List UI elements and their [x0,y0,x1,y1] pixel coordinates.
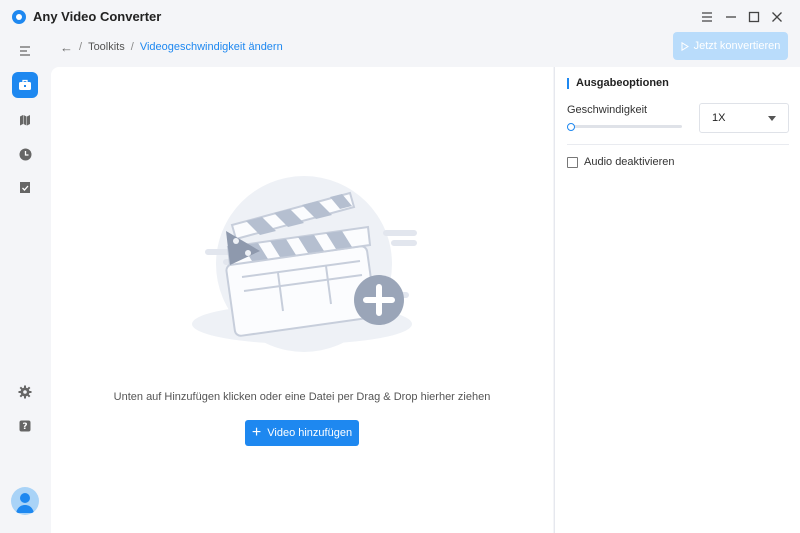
chevron-down-icon [768,115,776,121]
sidebar: ? [0,34,50,533]
help-icon[interactable]: ? [12,413,38,439]
library-icon[interactable] [12,107,38,133]
back-arrow-icon[interactable]: ← [60,40,73,55]
minimize-icon[interactable] [722,8,740,26]
disable-audio-checkbox[interactable] [567,156,578,168]
output-options-panel: Ausgabeoptionen Geschwindigkeit 1X Audio… [554,67,800,533]
drop-area[interactable]: Unten auf Hinzufügen klicken oder eine D… [51,67,553,533]
title-bar: Any Video Converter [0,0,800,34]
speed-slider[interactable] [569,125,682,128]
speed-dropdown-value: 1X [712,112,726,124]
play-icon [681,41,689,51]
divider [567,144,789,145]
drop-hint-text: Unten auf Hinzufügen klicken oder eine D… [113,391,491,403]
breadcrumb-separator: / [130,41,134,53]
breadcrumb-toolkits-link[interactable]: Toolkits [88,41,125,53]
close-icon[interactable] [768,8,786,26]
disable-audio-option[interactable]: Audio deaktivieren [567,156,675,168]
menu-icon[interactable] [698,8,716,26]
speed-label: Geschwindigkeit [567,104,648,116]
convert-now-button[interactable]: Jetzt konvertieren [673,32,788,60]
tasks-icon[interactable] [12,175,38,201]
maximize-icon[interactable] [745,8,763,26]
video-clapperboard-illustration [192,176,417,352]
collapse-sidebar-icon[interactable] [12,38,38,64]
app-title: Any Video Converter [33,9,162,24]
speed-slider-handle[interactable] [567,123,575,131]
add-video-button[interactable]: + Video hinzufügen [245,420,359,446]
output-options-title: Ausgabeoptionen [567,78,669,89]
speed-dropdown[interactable]: 1X [699,103,789,133]
svg-text:?: ? [22,422,27,432]
settings-gear-icon[interactable] [12,379,38,405]
disable-audio-label: Audio deaktivieren [584,156,675,168]
convert-now-label: Jetzt konvertieren [693,40,781,52]
breadcrumb-current: Videogeschwindigkeit ändern [139,41,283,53]
plus-icon: + [251,424,262,441]
toolbox-icon[interactable] [12,72,38,98]
history-icon[interactable] [12,141,38,167]
breadcrumb: ← / Toolkits / Videogeschwindigkeit ände… [60,38,283,56]
breadcrumb-separator: / [79,41,83,53]
app-logo-icon [12,10,26,24]
add-video-label: Video hinzufügen [267,427,353,439]
user-avatar-icon[interactable] [11,487,39,515]
